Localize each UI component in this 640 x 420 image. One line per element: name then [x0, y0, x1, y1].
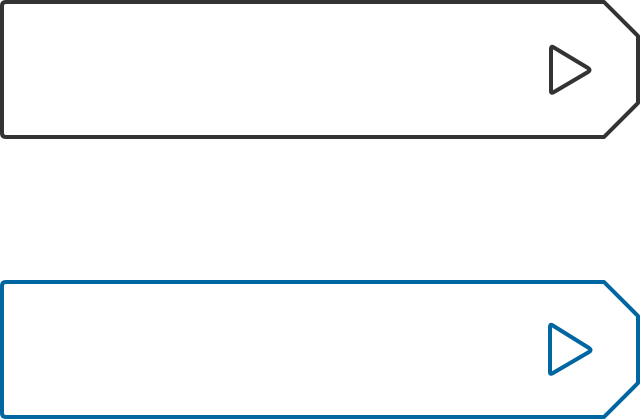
button-outline	[0, 280, 640, 419]
play-button-default[interactable]	[0, 0, 640, 140]
play-button-selected[interactable]	[0, 280, 640, 420]
button-outline	[0, 0, 640, 139]
